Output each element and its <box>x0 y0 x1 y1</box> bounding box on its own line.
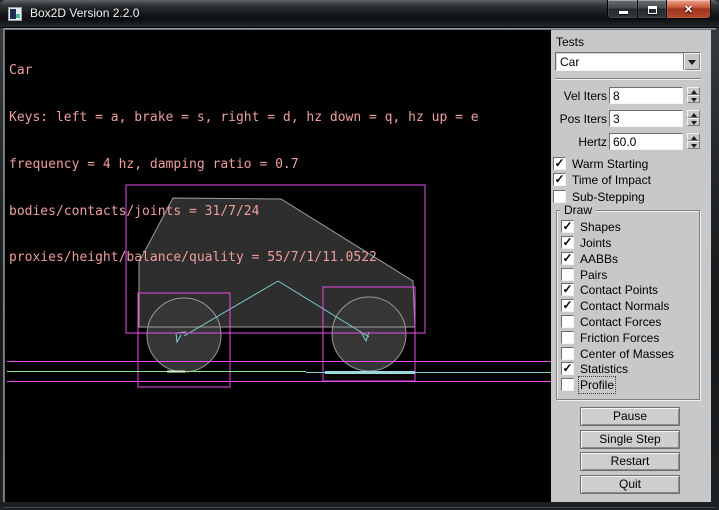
arrow-up-icon <box>691 90 697 94</box>
tests-selected-value: Car <box>560 55 579 69</box>
close-icon: ✕ <box>667 3 710 16</box>
arrow-down-icon <box>691 144 697 148</box>
pause-button[interactable]: Pause <box>580 407 680 426</box>
quit-button[interactable]: Quit <box>580 475 680 494</box>
vel-iters-label: Vel Iters <box>551 89 607 103</box>
shapes-label[interactable]: Shapes <box>580 220 621 234</box>
statistics-label[interactable]: Statistics <box>580 362 628 376</box>
center-of-masses-label[interactable]: Center of Masses <box>580 347 674 361</box>
draw-groupbox-title: Draw <box>560 203 596 217</box>
titlebar[interactable]: Box2D Version 2.2.0 ✕ <box>0 0 719 28</box>
hertz-input[interactable]: 60.0 <box>609 133 683 150</box>
chevron-down-icon <box>688 60 696 65</box>
arrow-up-icon <box>691 136 697 140</box>
pos-iters-down-button[interactable] <box>687 118 700 126</box>
friction-forces-checkbox[interactable] <box>561 331 574 344</box>
debug-line-stats: bodies/contacts/joints = 31/7/24 <box>9 204 479 220</box>
friction-forces-label[interactable]: Friction Forces <box>580 331 659 345</box>
vel-iters-input[interactable]: 8 <box>609 87 683 104</box>
pairs-checkbox[interactable] <box>561 268 574 281</box>
debug-line-frequency: frequency = 4 hz, damping ratio = 0.7 <box>9 157 479 173</box>
vel-iters-spinner <box>687 87 700 104</box>
center-of-masses-checkbox[interactable] <box>561 347 574 360</box>
pos-iters-spinner <box>687 110 700 127</box>
minimize-button[interactable] <box>607 0 638 19</box>
profile-checkbox[interactable] <box>561 378 574 391</box>
hertz-spinner <box>687 133 700 150</box>
sub-stepping-label[interactable]: Sub-Stepping <box>572 190 645 204</box>
control-panel: Tests Car Vel Iters 8 Pos Iters 3 Hertz … <box>551 30 711 502</box>
restart-button[interactable]: Restart <box>580 452 680 471</box>
contact-forces-checkbox[interactable] <box>561 315 574 328</box>
arrow-down-icon <box>691 121 697 125</box>
time-of-impact-label[interactable]: Time of Impact <box>572 173 651 187</box>
sub-stepping-checkbox[interactable] <box>553 190 566 203</box>
profile-label[interactable]: Profile <box>580 378 614 392</box>
arrow-up-icon <box>691 113 697 117</box>
debug-line-title: Car <box>9 63 479 79</box>
contact-normals-label[interactable]: Contact Normals <box>580 299 669 313</box>
window-title: Box2D Version 2.2.0 <box>30 0 139 28</box>
pos-iters-up-button[interactable] <box>687 110 700 118</box>
aabbs-checkbox[interactable]: ✓ <box>561 252 574 265</box>
time-of-impact-checkbox[interactable]: ✓ <box>553 173 566 186</box>
pos-iters-input[interactable]: 3 <box>609 110 683 127</box>
minimize-icon <box>619 11 628 14</box>
single-step-button[interactable]: Single Step <box>580 430 680 449</box>
box2d-app-icon <box>8 7 22 21</box>
shapes-checkbox[interactable]: ✓ <box>561 220 574 233</box>
maximize-button[interactable] <box>638 0 667 19</box>
hertz-label: Hertz <box>551 135 607 149</box>
contact-points-checkbox[interactable]: ✓ <box>561 283 574 296</box>
debug-line-quality: proxies/height/balance/quality = 55/7/1/… <box>9 250 479 266</box>
debug-text-block: Car Keys: left = a, brake = s, right = d… <box>9 32 479 297</box>
app-window: Box2D Version 2.2.0 ✕ <box>0 0 719 510</box>
pos-iters-label: Pos Iters <box>551 112 607 126</box>
close-button[interactable]: ✕ <box>667 0 711 19</box>
warm-starting-label[interactable]: Warm Starting <box>572 157 648 171</box>
window-controls: ✕ <box>607 0 711 20</box>
dropdown-arrow-button[interactable] <box>683 53 700 70</box>
pairs-label[interactable]: Pairs <box>580 268 607 282</box>
aabbs-label[interactable]: AABBs <box>580 252 618 266</box>
separator <box>555 78 701 80</box>
joints-checkbox[interactable]: ✓ <box>561 236 574 249</box>
maximize-icon <box>648 6 657 14</box>
arrow-down-icon <box>691 98 697 102</box>
hertz-up-button[interactable] <box>687 133 700 141</box>
debug-line-keys: Keys: left = a, brake = s, right = d, hz… <box>9 110 479 126</box>
tests-label: Tests <box>556 35 584 49</box>
tests-dropdown[interactable]: Car <box>555 52 701 71</box>
contact-normals-checkbox[interactable]: ✓ <box>561 299 574 312</box>
hertz-down-button[interactable] <box>687 141 700 149</box>
vel-iters-down-button[interactable] <box>687 95 700 103</box>
contact-forces-label[interactable]: Contact Forces <box>580 315 661 329</box>
statistics-checkbox[interactable]: ✓ <box>561 362 574 375</box>
window-frame-bottom <box>3 507 716 508</box>
vel-iters-up-button[interactable] <box>687 87 700 95</box>
simulation-canvas[interactable]: Car Keys: left = a, brake = s, right = d… <box>5 30 551 502</box>
warm-starting-checkbox[interactable]: ✓ <box>553 157 566 170</box>
contact-points-label[interactable]: Contact Points <box>580 283 658 297</box>
joints-label[interactable]: Joints <box>580 236 611 250</box>
